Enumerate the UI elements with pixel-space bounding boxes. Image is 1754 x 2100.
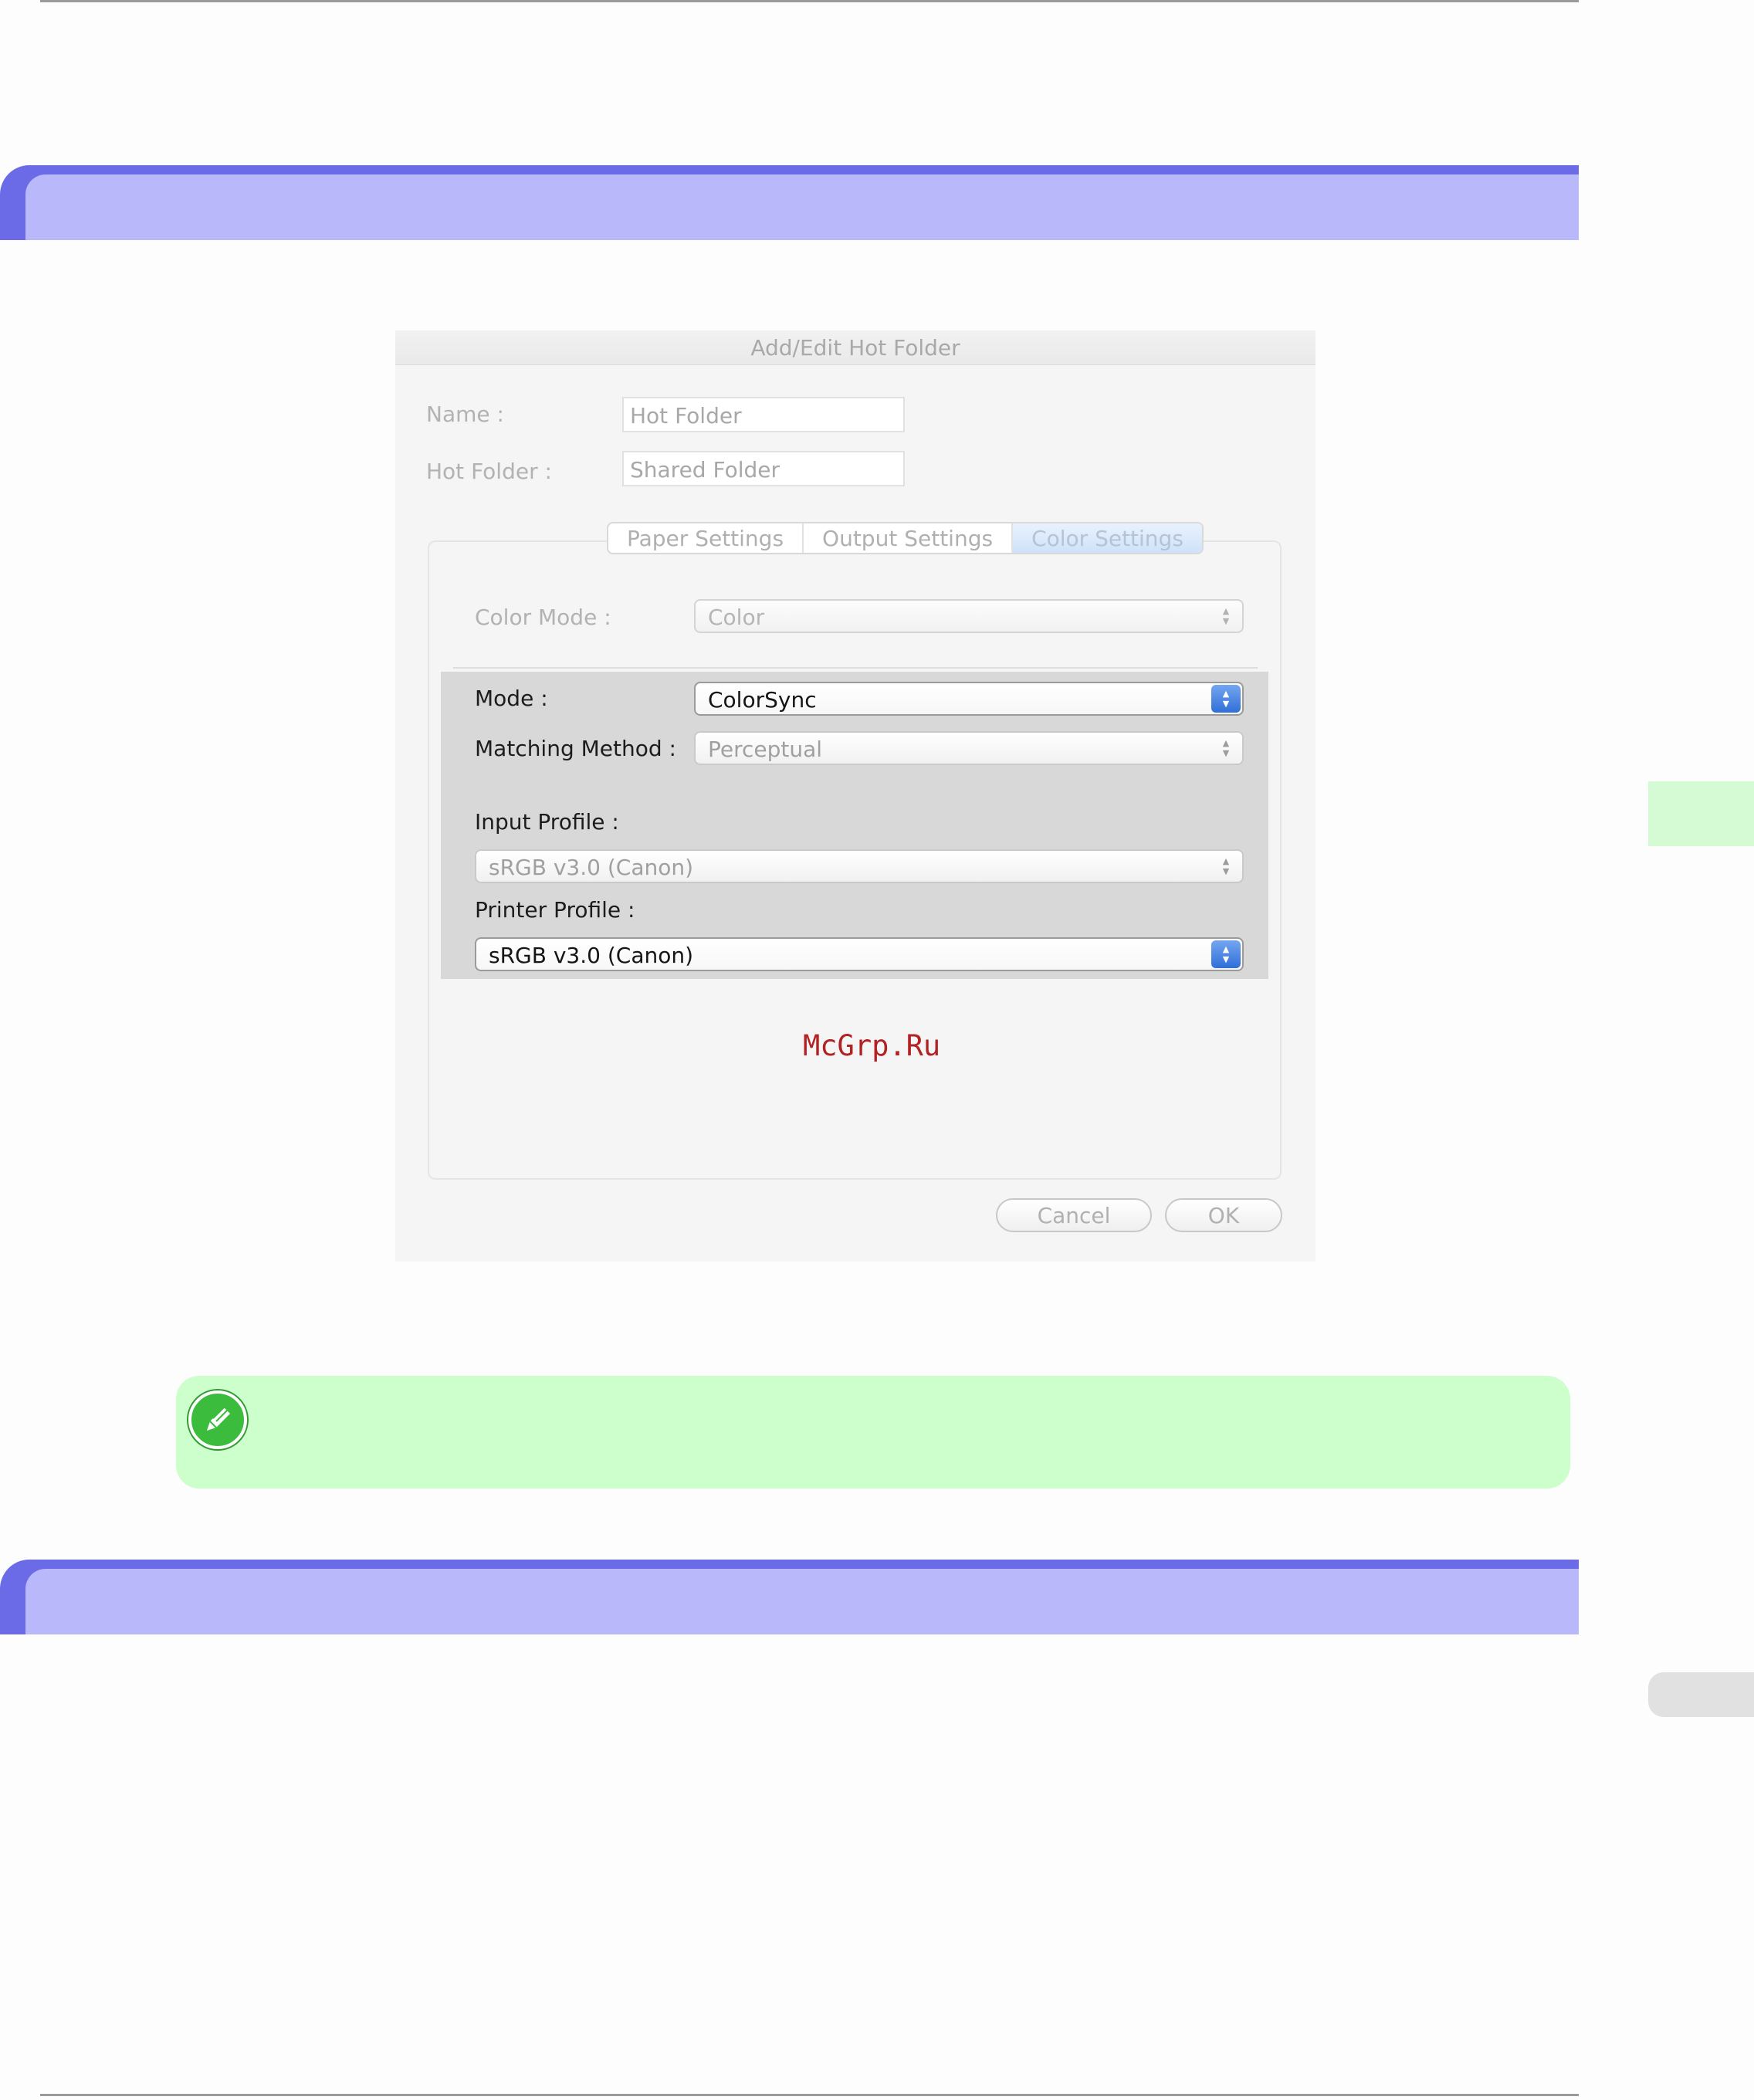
name-label: Name : <box>426 401 504 427</box>
updown-arrows-icon: ▲ ▼ <box>1211 685 1241 713</box>
tab-output-settings[interactable]: Output Settings <box>804 523 1014 553</box>
matching-method-popup[interactable]: Perceptual ▲ ▼ <box>694 731 1244 765</box>
cancel-button[interactable]: Cancel <box>996 1198 1152 1232</box>
dialog-title: Add/Edit Hot Folder <box>750 335 960 361</box>
pencil-note-icon <box>188 1390 247 1449</box>
input-profile-popup[interactable]: sRGB v3.0 (Canon) ▲ ▼ <box>475 849 1244 883</box>
hot-folder-field[interactable]: Shared Folder <box>622 451 905 486</box>
top-rule <box>40 0 1579 2</box>
updown-arrows-icon: ▲ ▼ <box>1222 738 1230 758</box>
section-header-1 <box>0 165 1579 240</box>
tab-color-settings[interactable]: Color Settings <box>1013 523 1202 553</box>
note-box <box>176 1376 1570 1489</box>
watermark-text: McGrp.Ru <box>803 1029 941 1062</box>
color-mode-popup[interactable]: Color ▲ ▼ <box>694 599 1244 633</box>
mode-popup[interactable]: ColorSync ▲ ▼ <box>694 682 1244 716</box>
mode-label: Mode : <box>475 686 548 711</box>
dialog-titlebar: Add/Edit Hot Folder <box>395 330 1316 365</box>
updown-arrows-icon: ▲ ▼ <box>1211 940 1241 968</box>
printer-profile-label: Printer Profile : <box>475 897 635 923</box>
settings-tabs: Paper Settings Output Settings Color Set… <box>607 522 1204 554</box>
section-divider <box>453 667 1258 669</box>
printer-profile-popup[interactable]: sRGB v3.0 (Canon) ▲ ▼ <box>475 937 1244 971</box>
updown-arrows-icon: ▲ ▼ <box>1222 856 1230 876</box>
input-profile-label: Input Profile : <box>475 809 619 835</box>
hot-folder-label: Hot Folder : <box>426 459 552 484</box>
color-mode-label: Color Mode : <box>475 605 611 630</box>
section-header-2 <box>0 1560 1579 1634</box>
side-chapter-tab[interactable] <box>1648 781 1754 846</box>
updown-arrows-icon: ▲ ▼ <box>1222 606 1230 626</box>
tab-paper-settings[interactable]: Paper Settings <box>608 523 804 553</box>
matching-method-label: Matching Method : <box>475 736 676 761</box>
add-edit-hot-folder-dialog: Add/Edit Hot Folder Name : Hot Folder Ho… <box>395 330 1316 1262</box>
side-index-tab[interactable] <box>1648 1672 1754 1717</box>
bottom-rule <box>40 2094 1579 2096</box>
ok-button[interactable]: OK <box>1165 1198 1282 1232</box>
name-field[interactable]: Hot Folder <box>622 397 905 432</box>
